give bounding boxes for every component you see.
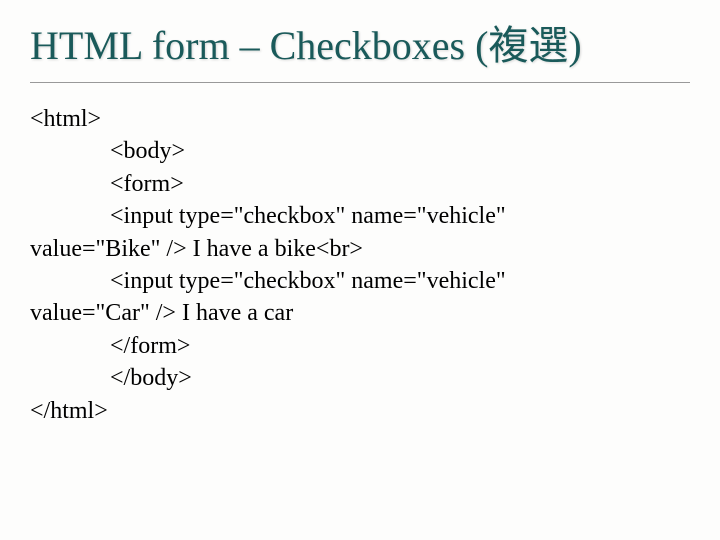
code-line: </body> (30, 362, 690, 394)
code-line: <html> (30, 103, 690, 135)
code-line-wrapped: <input type="checkbox" name="vehicle" va… (30, 265, 690, 330)
slide-title: HTML form – Checkboxes (複選) (30, 20, 690, 72)
code-line: </html> (30, 395, 690, 427)
title-underline (30, 82, 690, 83)
code-segment: value="Car" /> I have a car (30, 297, 690, 329)
code-segment: <input type="checkbox" name="vehicle" (30, 265, 690, 297)
code-line-wrapped: <input type="checkbox" name="vehicle" va… (30, 200, 690, 265)
code-segment: <input type="checkbox" name="vehicle" (30, 200, 690, 232)
code-segment: value="Bike" /> I have a bike<br> (30, 233, 690, 265)
code-block: <html> <body> <form> <input type="checkb… (30, 103, 690, 427)
code-line: <body> (30, 135, 690, 167)
code-line: </form> (30, 330, 690, 362)
code-line: <form> (30, 168, 690, 200)
